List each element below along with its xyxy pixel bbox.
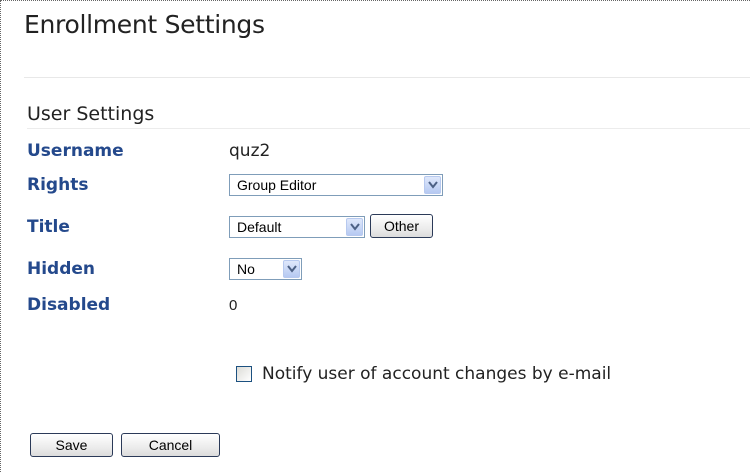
section-title-user-settings: User Settings <box>27 103 155 125</box>
title-select[interactable]: Default <box>229 216 365 238</box>
hidden-selected-value: No <box>237 261 255 277</box>
cancel-button[interactable]: Cancel <box>121 433 220 457</box>
username-value: quz2 <box>229 141 271 161</box>
title-label: Title <box>27 217 70 237</box>
chevron-down-icon[interactable] <box>346 218 363 236</box>
section-divider <box>27 128 750 129</box>
username-label: Username <box>27 141 124 161</box>
rights-selected-value: Group Editor <box>237 177 317 193</box>
notify-label: Notify user of account changes by e-mail <box>262 364 612 384</box>
title-divider <box>24 77 750 78</box>
rights-label: Rights <box>27 175 89 195</box>
chevron-down-icon[interactable] <box>283 260 300 278</box>
rights-select[interactable]: Group Editor <box>229 174 443 196</box>
page-title: Enrollment Settings <box>24 10 265 39</box>
disabled-value: 0 <box>229 297 238 314</box>
title-selected-value: Default <box>237 219 282 235</box>
hidden-label: Hidden <box>27 259 96 279</box>
other-title-button[interactable]: Other <box>370 214 433 238</box>
notify-checkbox[interactable] <box>236 366 252 382</box>
hidden-select[interactable]: No <box>229 258 302 280</box>
save-button[interactable]: Save <box>30 433 113 457</box>
chevron-down-icon[interactable] <box>424 176 441 194</box>
disabled-label: Disabled <box>27 295 111 315</box>
